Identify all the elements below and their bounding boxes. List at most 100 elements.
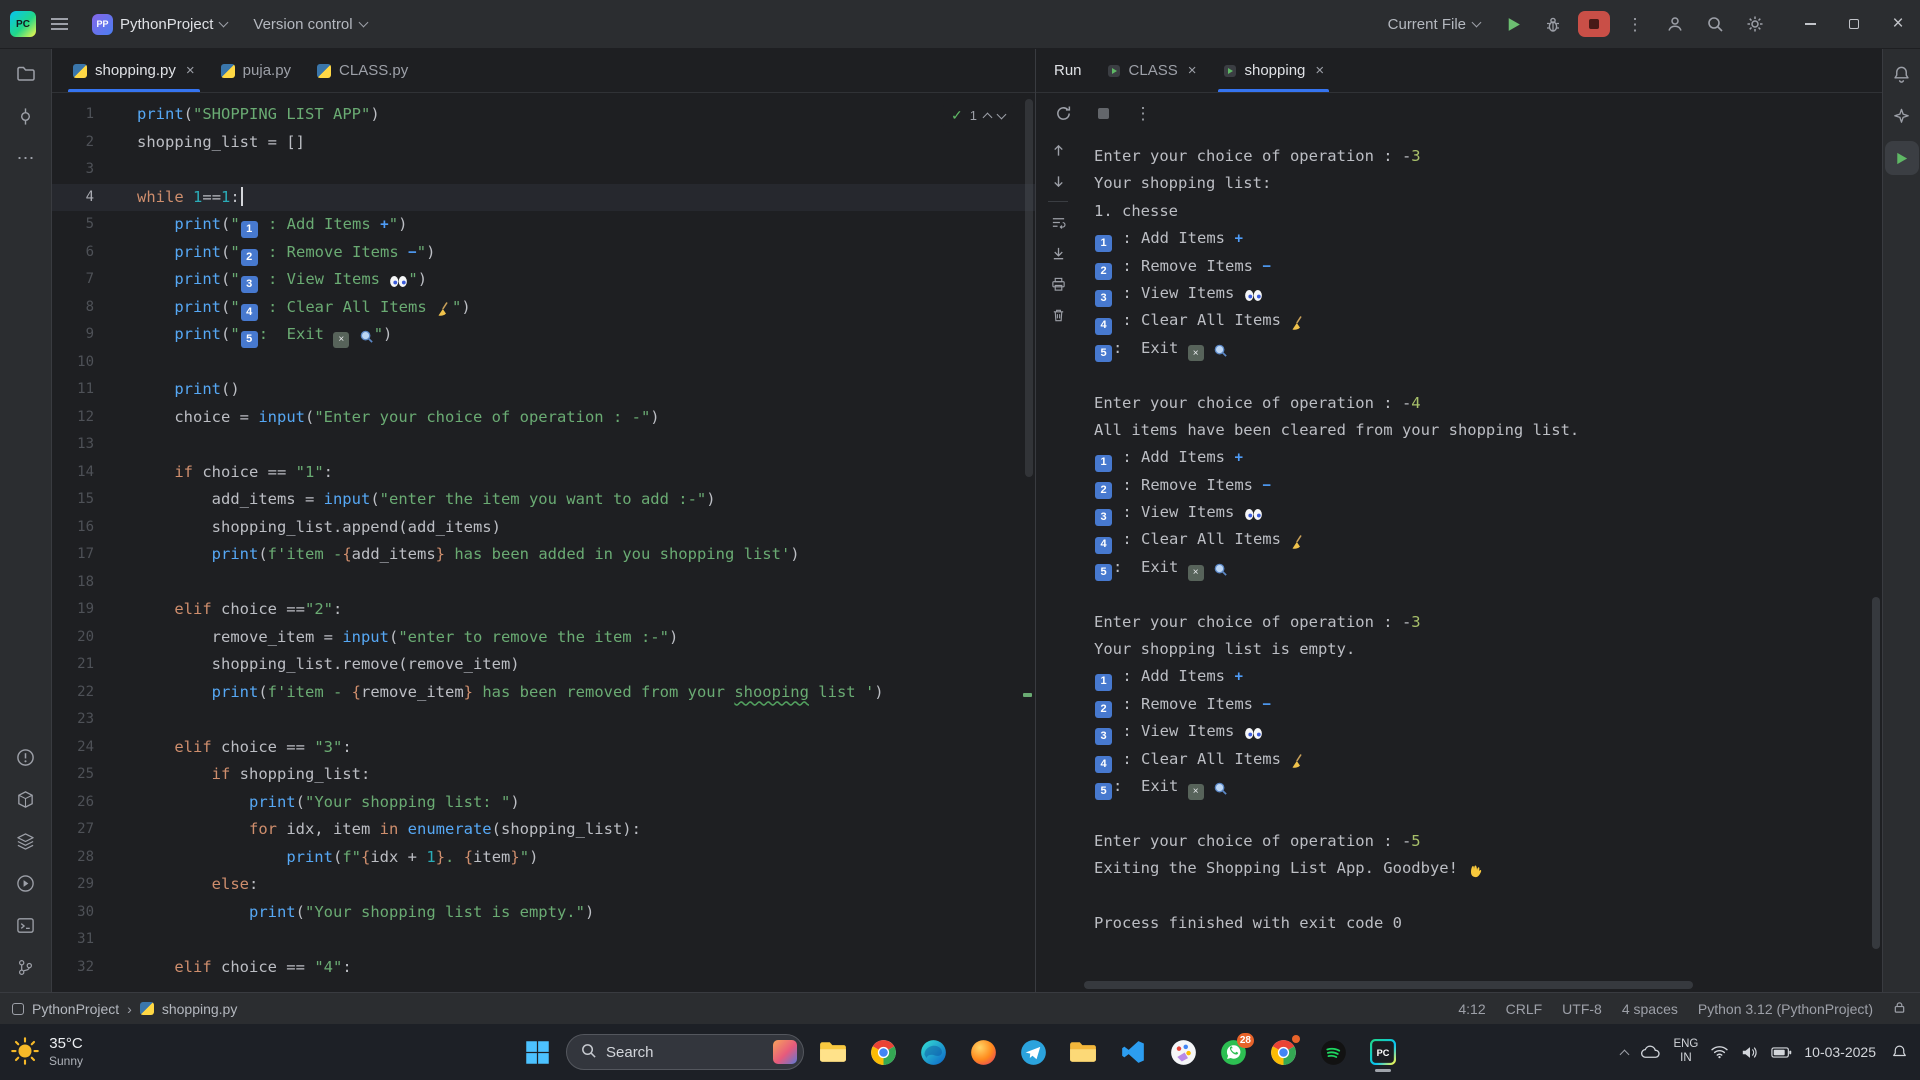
folder-icon[interactable]	[1062, 1031, 1104, 1073]
wifi-icon[interactable]	[1710, 1045, 1729, 1059]
line-number[interactable]: 8	[52, 294, 116, 322]
version-control-menu[interactable]: Version control	[243, 10, 376, 39]
line-number[interactable]: 11	[52, 376, 116, 404]
maximize-button[interactable]	[1832, 0, 1876, 48]
next-occurrence-button[interactable]	[1045, 170, 1071, 192]
problems-toolwindow-icon[interactable]	[9, 740, 43, 774]
stop-process-button[interactable]	[1086, 96, 1120, 130]
inspections-widget[interactable]: ✓ 1	[943, 99, 1013, 133]
minimize-button[interactable]	[1788, 0, 1832, 48]
run-button[interactable]	[1496, 7, 1530, 41]
line-separator-indicator[interactable]: CRLF	[1506, 1001, 1543, 1017]
line-number[interactable]: 19	[52, 596, 116, 624]
taskbar-search[interactable]: Search	[566, 1034, 804, 1070]
interpreter-indicator[interactable]: Python 3.12 (PythonProject)	[1698, 1001, 1873, 1017]
chrome-profile-icon[interactable]	[1262, 1031, 1304, 1073]
console-vscrollbar[interactable]	[1872, 597, 1880, 949]
project-toolwindow-icon[interactable]	[9, 57, 43, 91]
python-packages-toolwindow-icon[interactable]	[9, 782, 43, 816]
line-number[interactable]: 26	[52, 789, 116, 817]
line-number[interactable]: 4	[52, 184, 116, 212]
breadcrumb-project[interactable]: PythonProject	[32, 1001, 119, 1017]
line-number[interactable]: 22	[52, 679, 116, 707]
python-console-toolwindow-icon[interactable]	[9, 866, 43, 900]
close-button[interactable]: ×	[1876, 0, 1920, 48]
code-editor[interactable]: 1print("SHOPPING LIST APP")2shopping_lis…	[52, 93, 1035, 992]
line-number[interactable]: 7	[52, 266, 116, 294]
main-menu-button[interactable]	[42, 7, 76, 41]
vscode-icon[interactable]	[1112, 1031, 1154, 1073]
run-config-selector[interactable]: Current File	[1378, 10, 1490, 39]
line-number[interactable]: 30	[52, 899, 116, 927]
firefox-icon[interactable]	[962, 1031, 1004, 1073]
line-number[interactable]: 21	[52, 651, 116, 679]
line-number[interactable]: 12	[52, 404, 116, 432]
services-toolwindow-icon[interactable]	[9, 824, 43, 858]
line-number[interactable]: 3	[52, 156, 116, 184]
run-toolwindow-button[interactable]	[1885, 141, 1919, 175]
soft-wrap-button[interactable]	[1045, 211, 1071, 233]
line-number[interactable]: 28	[52, 844, 116, 872]
line-number[interactable]: 27	[52, 816, 116, 844]
weather-widget[interactable]: 35°C Sunny	[10, 1035, 200, 1069]
terminal-toolwindow-icon[interactable]	[9, 908, 43, 942]
rerun-button[interactable]	[1046, 96, 1080, 130]
line-number[interactable]: 14	[52, 459, 116, 487]
line-number[interactable]: 23	[52, 706, 116, 734]
whatsapp-icon[interactable]: 28	[1212, 1031, 1254, 1073]
notifications-icon[interactable]	[1885, 57, 1919, 91]
tab-close-icon[interactable]: ×	[186, 62, 195, 79]
line-number[interactable]: 13	[52, 431, 116, 459]
editor-tab-shopping.py[interactable]: shopping.py×	[60, 49, 208, 92]
profile-button[interactable]	[1658, 7, 1692, 41]
notification-center-icon[interactable]	[1888, 1041, 1910, 1063]
date-display[interactable]: 10-03-2025	[1804, 1044, 1876, 1060]
onedrive-icon[interactable]	[1640, 1045, 1661, 1059]
language-indicator[interactable]: ENG IN	[1673, 1038, 1698, 1066]
settings-button[interactable]	[1738, 7, 1772, 41]
clear-console-button[interactable]	[1045, 304, 1071, 326]
more-toolwindows-icon[interactable]: ⋯	[9, 141, 43, 175]
prev-occurrence-button[interactable]	[1045, 139, 1071, 161]
line-number[interactable]: 16	[52, 514, 116, 542]
line-number[interactable]: 10	[52, 349, 116, 377]
encoding-indicator[interactable]: UTF-8	[1562, 1001, 1602, 1017]
edge-icon[interactable]	[912, 1031, 954, 1073]
console-hscrollbar[interactable]	[1084, 981, 1693, 989]
line-number[interactable]: 25	[52, 761, 116, 789]
line-number[interactable]: 24	[52, 734, 116, 762]
editor-scrollbar[interactable]	[1025, 99, 1033, 477]
start-button[interactable]	[516, 1031, 558, 1073]
chrome-icon[interactable]	[862, 1031, 904, 1073]
volume-icon[interactable]	[1741, 1045, 1759, 1060]
project-selector[interactable]: PP PythonProject	[82, 8, 237, 41]
line-number[interactable]: 15	[52, 486, 116, 514]
git-toolwindow-icon[interactable]	[9, 950, 43, 984]
commit-toolwindow-icon[interactable]	[9, 99, 43, 133]
editor-tab-puja.py[interactable]: puja.py	[208, 49, 304, 92]
ai-assistant-icon[interactable]	[1885, 99, 1919, 133]
line-number[interactable]: 29	[52, 871, 116, 899]
indent-indicator[interactable]: 4 spaces	[1622, 1001, 1678, 1017]
console-more-options[interactable]: ⋮	[1126, 96, 1160, 130]
line-number[interactable]: 18	[52, 569, 116, 597]
pycharm-icon[interactable]: PC	[1362, 1031, 1404, 1073]
cursor-position[interactable]: 4:12	[1458, 1001, 1485, 1017]
editor-tab-CLASS.py[interactable]: CLASS.py	[304, 49, 421, 92]
breadcrumb-file[interactable]: shopping.py	[162, 1001, 238, 1017]
more-actions-button[interactable]: ⋮	[1618, 7, 1652, 41]
tray-chevron-icon[interactable]	[1621, 1047, 1628, 1058]
tab-close-icon[interactable]: ×	[1188, 62, 1197, 79]
spotify-icon[interactable]	[1312, 1031, 1354, 1073]
debug-button[interactable]	[1536, 7, 1570, 41]
line-number[interactable]: 6	[52, 239, 116, 267]
line-number[interactable]: 17	[52, 541, 116, 569]
line-number[interactable]: 9	[52, 321, 116, 349]
run-tab-CLASS[interactable]: CLASS×	[1094, 49, 1210, 92]
chevron-down-icon[interactable]	[997, 110, 1007, 120]
tab-close-icon[interactable]: ×	[1315, 62, 1324, 79]
paint-icon[interactable]	[1162, 1031, 1204, 1073]
battery-icon[interactable]	[1771, 1047, 1792, 1058]
scroll-to-end-button[interactable]	[1045, 242, 1071, 264]
line-number[interactable]: 32	[52, 954, 116, 982]
